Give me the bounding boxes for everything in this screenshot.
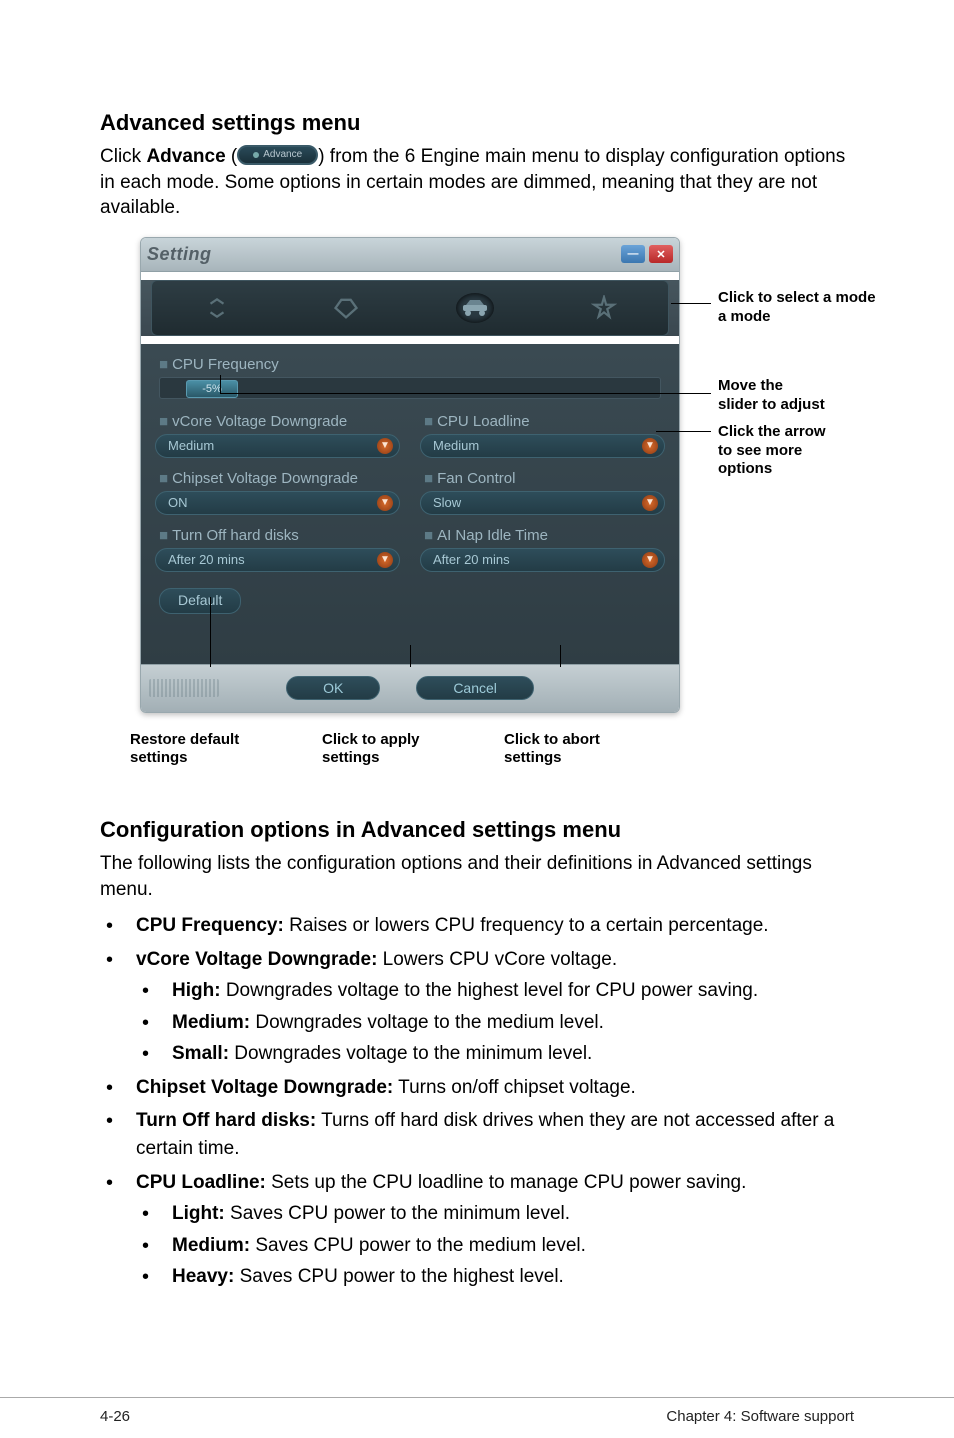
- settings-window: Setting — ✕ ■CPU Frequency: [140, 237, 680, 713]
- footer-bar: OK Cancel: [141, 664, 679, 712]
- window-title: Setting: [147, 244, 212, 265]
- intro-part1: Click: [100, 146, 146, 167]
- ai-nap-select[interactable]: After 20 mins▼: [420, 548, 665, 572]
- callout-restore-2: settings: [130, 749, 188, 766]
- callout-abort-1: Click to abort: [504, 731, 600, 748]
- chevron-down-icon[interactable]: ▼: [377, 552, 393, 568]
- fan-control-select[interactable]: Slow▼: [420, 491, 665, 515]
- callout-arrow-2: to see more: [718, 442, 802, 459]
- options-list: CPU Frequency: Raises or lowers CPU freq…: [100, 912, 854, 1291]
- opt-vcore-high: High: Downgrades voltage to the highest …: [136, 977, 854, 1005]
- slider-thumb[interactable]: -5%: [186, 380, 238, 398]
- intro-part1b: (: [226, 146, 238, 167]
- mode-icon-4[interactable]: [585, 289, 623, 327]
- ai-nap-label: ■AI Nap Idle Time: [424, 527, 665, 544]
- chapter-label: Chapter 4: Software support: [666, 1408, 854, 1425]
- chevron-down-icon[interactable]: ▼: [642, 552, 658, 568]
- chipset-select[interactable]: ON▼: [155, 491, 400, 515]
- advanced-intro: Click Advance (Advance) from the 6 Engin…: [100, 144, 854, 221]
- callout-apply-2: settings: [322, 749, 380, 766]
- advance-word: Advance: [146, 146, 225, 167]
- cpu-frequency-label: ■CPU Frequency: [159, 356, 665, 373]
- titlebar: Setting — ✕: [141, 238, 679, 272]
- callout-mode-2: a mode: [718, 308, 771, 325]
- callout-mode-1: Click to select a mode: [718, 289, 876, 306]
- fan-control-label: ■Fan Control: [424, 470, 665, 487]
- cpu-loadline-label: ■CPU Loadline: [424, 413, 665, 430]
- callout-move-1: Move the: [718, 377, 783, 394]
- callout-arrow-1: Click the arrow: [718, 423, 826, 440]
- vcore-label: ■vCore Voltage Downgrade: [159, 413, 400, 430]
- turn-off-label: ■Turn Off hard disks: [159, 527, 400, 544]
- callout-move-2: slider to adjust: [718, 396, 825, 413]
- callout-abort-2: settings: [504, 749, 562, 766]
- opt-loadline-medium: Medium: Saves CPU power to the medium le…: [136, 1232, 854, 1260]
- callout-restore-1: Restore default: [130, 731, 239, 748]
- vcore-select[interactable]: Medium▼: [155, 434, 400, 458]
- opt-loadline-heavy: Heavy: Saves CPU power to the highest le…: [136, 1263, 854, 1291]
- opt-loadline-light: Light: Saves CPU power to the minimum le…: [136, 1200, 854, 1228]
- chevron-down-icon[interactable]: ▼: [642, 495, 658, 511]
- opt-cpu-frequency: CPU Frequency: Raises or lowers CPU freq…: [100, 912, 854, 940]
- opt-chipset: Chipset Voltage Downgrade: Turns on/off …: [100, 1074, 854, 1102]
- mode-icon-2[interactable]: [327, 289, 365, 327]
- opt-vcore: vCore Voltage Downgrade: Lowers CPU vCor…: [100, 946, 854, 1068]
- cancel-button[interactable]: Cancel: [416, 676, 534, 700]
- opt-vcore-small: Small: Downgrades voltage to the minimum…: [136, 1040, 854, 1068]
- mode-bar: [151, 280, 669, 336]
- default-button[interactable]: Default: [159, 588, 241, 614]
- opt-vcore-medium: Medium: Downgrades voltage to the medium…: [136, 1009, 854, 1037]
- config-options-heading: Configuration options in Advanced settin…: [100, 817, 854, 843]
- advance-button-illustration: Advance: [237, 145, 318, 165]
- advanced-settings-heading: Advanced settings menu: [100, 110, 854, 136]
- config-intro: The following lists the configuration op…: [100, 851, 854, 902]
- opt-turnoff: Turn Off hard disks: Turns off hard disk…: [100, 1107, 854, 1162]
- chevron-down-icon[interactable]: ▼: [642, 438, 658, 454]
- cpu-frequency-slider[interactable]: -5%: [159, 377, 661, 399]
- opt-loadline: CPU Loadline: Sets up the CPU loadline t…: [100, 1169, 854, 1291]
- mode-icon-1[interactable]: [198, 289, 236, 327]
- chevron-down-icon[interactable]: ▼: [377, 495, 393, 511]
- chipset-label: ■Chipset Voltage Downgrade: [159, 470, 400, 487]
- minimize-button[interactable]: —: [621, 245, 645, 263]
- mode-icon-car[interactable]: [456, 289, 494, 327]
- cpu-loadline-select[interactable]: Medium▼: [420, 434, 665, 458]
- turn-off-select[interactable]: After 20 mins▼: [155, 548, 400, 572]
- page-number: 4-26: [100, 1408, 130, 1425]
- ok-button[interactable]: OK: [286, 676, 380, 700]
- callout-arrow-3: options: [718, 460, 772, 477]
- callout-apply-1: Click to apply: [322, 731, 420, 748]
- close-button[interactable]: ✕: [649, 245, 673, 263]
- chevron-down-icon[interactable]: ▼: [377, 438, 393, 454]
